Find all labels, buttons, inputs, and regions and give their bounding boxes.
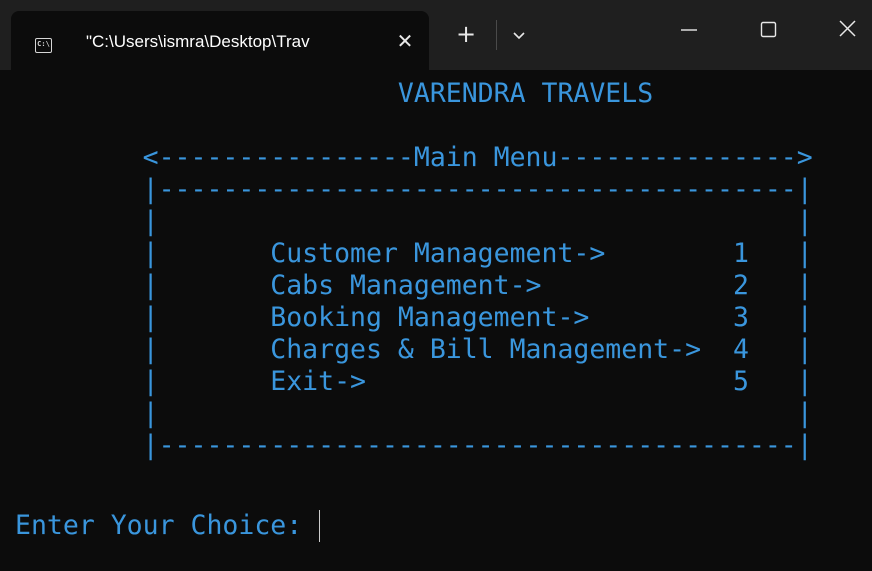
new-tab-plus-icon[interactable]: + bbox=[452, 18, 480, 50]
menu-header-line: <----------------Main Menu--------------… bbox=[15, 142, 813, 173]
maximize-icon[interactable] bbox=[743, 10, 793, 46]
console-icon: C:\ bbox=[35, 38, 52, 53]
menu-option-charges: | Charges & Bill Management-> 4 | bbox=[15, 334, 813, 365]
menu-border-bottom: |---------------------------------------… bbox=[15, 430, 813, 461]
menu-option-exit: | Exit-> 5 | bbox=[15, 366, 813, 397]
close-window-icon[interactable] bbox=[822, 10, 872, 46]
tab-title: "C:\Users\ismra\Desktop\Trav bbox=[86, 32, 310, 51]
menu-option-customer: | Customer Management-> 1 | bbox=[15, 238, 813, 269]
console-output[interactable]: VARENDRA TRAVELS <----------------Main M… bbox=[0, 70, 872, 571]
menu-option-booking: | Booking Management-> 3 | bbox=[15, 302, 813, 333]
tab-separator bbox=[496, 20, 497, 50]
menu-option-cabs: | Cabs Management-> 2 | bbox=[15, 270, 813, 301]
tab-console[interactable]: C:\ "C:\Users\ismra\Desktop\Trav ✕ bbox=[11, 11, 429, 70]
close-tab-icon[interactable]: ✕ bbox=[393, 27, 417, 55]
menu-spacer-line: | | bbox=[15, 206, 813, 237]
text-cursor bbox=[319, 510, 320, 542]
choice-prompt: Enter Your Choice: bbox=[15, 510, 319, 541]
minimize-icon[interactable] bbox=[664, 10, 714, 46]
chevron-down-icon[interactable] bbox=[508, 24, 530, 46]
menu-spacer-line: | | bbox=[15, 398, 813, 429]
console-title-line: VARENDRA TRAVELS bbox=[15, 78, 654, 109]
terminal-window: C:\ "C:\Users\ismra\Desktop\Trav ✕ + VAR… bbox=[0, 0, 872, 571]
menu-border-top: |---------------------------------------… bbox=[15, 174, 813, 205]
title-bar: C:\ "C:\Users\ismra\Desktop\Trav ✕ + bbox=[0, 0, 872, 70]
